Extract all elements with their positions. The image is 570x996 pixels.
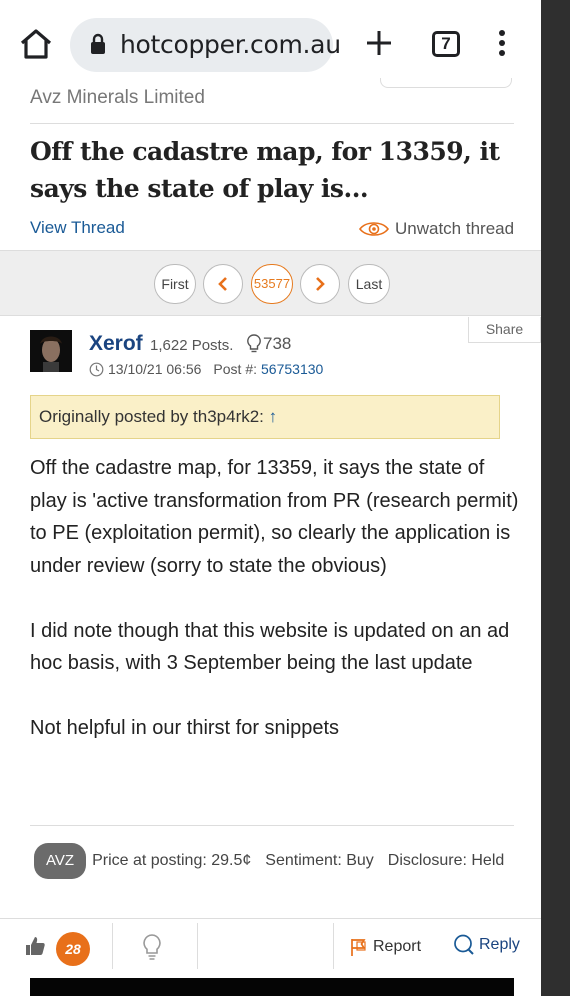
post-disclosure-info: AVZ Price at posting: 29.5¢ Sentiment: Buy… — [34, 843, 514, 879]
post-meta: 13/10/21 06:56 Post #: 56753130 — [89, 361, 323, 377]
thread-title: Off the cadastre map, for 13359, it says… — [30, 137, 500, 203]
username-link[interactable]: Xerof — [89, 332, 143, 356]
unwatch-label: Unwatch thread — [395, 219, 515, 238]
quote-label: Originally posted by th3p4rk2: — [39, 407, 264, 426]
post-paragraph: Off the cadastre map, for 13359, it says… — [30, 457, 519, 577]
post-number-link[interactable]: 56753130 — [261, 361, 323, 377]
last-page-button[interactable]: Last — [348, 264, 390, 304]
phone-screen: hotcopper.com.au 7 Avz Minerals Limited … — [0, 0, 541, 996]
tabs-switcher-button[interactable]: 7 — [432, 31, 460, 57]
more-vert-icon[interactable] — [494, 30, 510, 58]
view-thread-link[interactable]: View Thread — [30, 218, 125, 238]
clock-icon — [89, 362, 104, 376]
current-page-indicator: 53577 — [251, 264, 293, 304]
share-button[interactable]: Share — [468, 317, 541, 343]
sentiment: Sentiment: Buy — [265, 852, 374, 869]
flag-icon — [351, 939, 366, 956]
divider — [197, 923, 198, 969]
user-likes: 738 — [247, 334, 291, 354]
like-count-badge[interactable]: 28 — [56, 932, 90, 966]
lock-icon — [90, 33, 106, 55]
post-date: 13/10/21 06:56 — [108, 361, 202, 377]
chevron-left-icon — [218, 277, 227, 291]
new-tab-plus-icon[interactable] — [364, 28, 394, 58]
post-body: Off the cadastre map, for 13359, it says… — [30, 452, 525, 777]
post-action-bar: 28 Report Reply — [0, 918, 541, 978]
disclosure: Disclosure: Held — [387, 852, 505, 869]
price-at-posting: Price at posting: 29.5¢ — [92, 852, 252, 869]
divider — [30, 825, 514, 826]
chevron-right-icon — [316, 277, 325, 291]
stock-ticker-badge[interactable]: AVZ — [34, 843, 87, 879]
post-number-label: Post #: — [213, 361, 258, 377]
toolbar-shadow-divider — [380, 78, 512, 88]
address-bar[interactable]: hotcopper.com.au — [70, 18, 341, 72]
avatar[interactable] — [30, 330, 72, 372]
post-count: 1,622 Posts. — [150, 337, 234, 354]
thumbs-up-icon[interactable] — [24, 935, 46, 962]
divider — [30, 123, 514, 124]
next-post-media — [30, 978, 514, 996]
eye-icon — [358, 222, 390, 236]
likes-count: 738 — [263, 334, 292, 353]
pagination-bar: First 53577 Last — [0, 250, 541, 316]
company-name[interactable]: Avz Minerals Limited — [30, 87, 205, 109]
first-page-button[interactable]: First — [154, 264, 196, 304]
reply-bubble-icon — [454, 934, 474, 955]
report-button[interactable]: Report — [349, 937, 421, 957]
report-label: Report — [373, 938, 422, 955]
lightbulb-icon[interactable] — [142, 933, 162, 966]
reply-button[interactable]: Reply — [453, 934, 520, 956]
unwatch-thread-button[interactable]: Unwatch thread — [358, 219, 514, 239]
lightbulb-icon — [247, 334, 261, 353]
divider — [112, 923, 113, 969]
browser-toolbar: hotcopper.com.au 7 — [0, 0, 541, 84]
screen-edge — [541, 0, 570, 996]
divider — [333, 923, 334, 969]
next-page-button[interactable] — [300, 264, 340, 304]
quote-jump-link[interactable]: ↑ — [269, 407, 278, 426]
home-icon[interactable] — [18, 26, 54, 62]
quote-header: Originally posted by th3p4rk2: ↑ — [30, 395, 500, 439]
url-text: hotcopper.com.au — [120, 30, 341, 59]
post-paragraph: I did note though that this website is u… — [30, 619, 510, 675]
previous-page-button[interactable] — [203, 264, 243, 304]
reply-label: Reply — [479, 936, 520, 953]
post-paragraph: Not helpful in our thirst for snippets — [30, 717, 340, 739]
